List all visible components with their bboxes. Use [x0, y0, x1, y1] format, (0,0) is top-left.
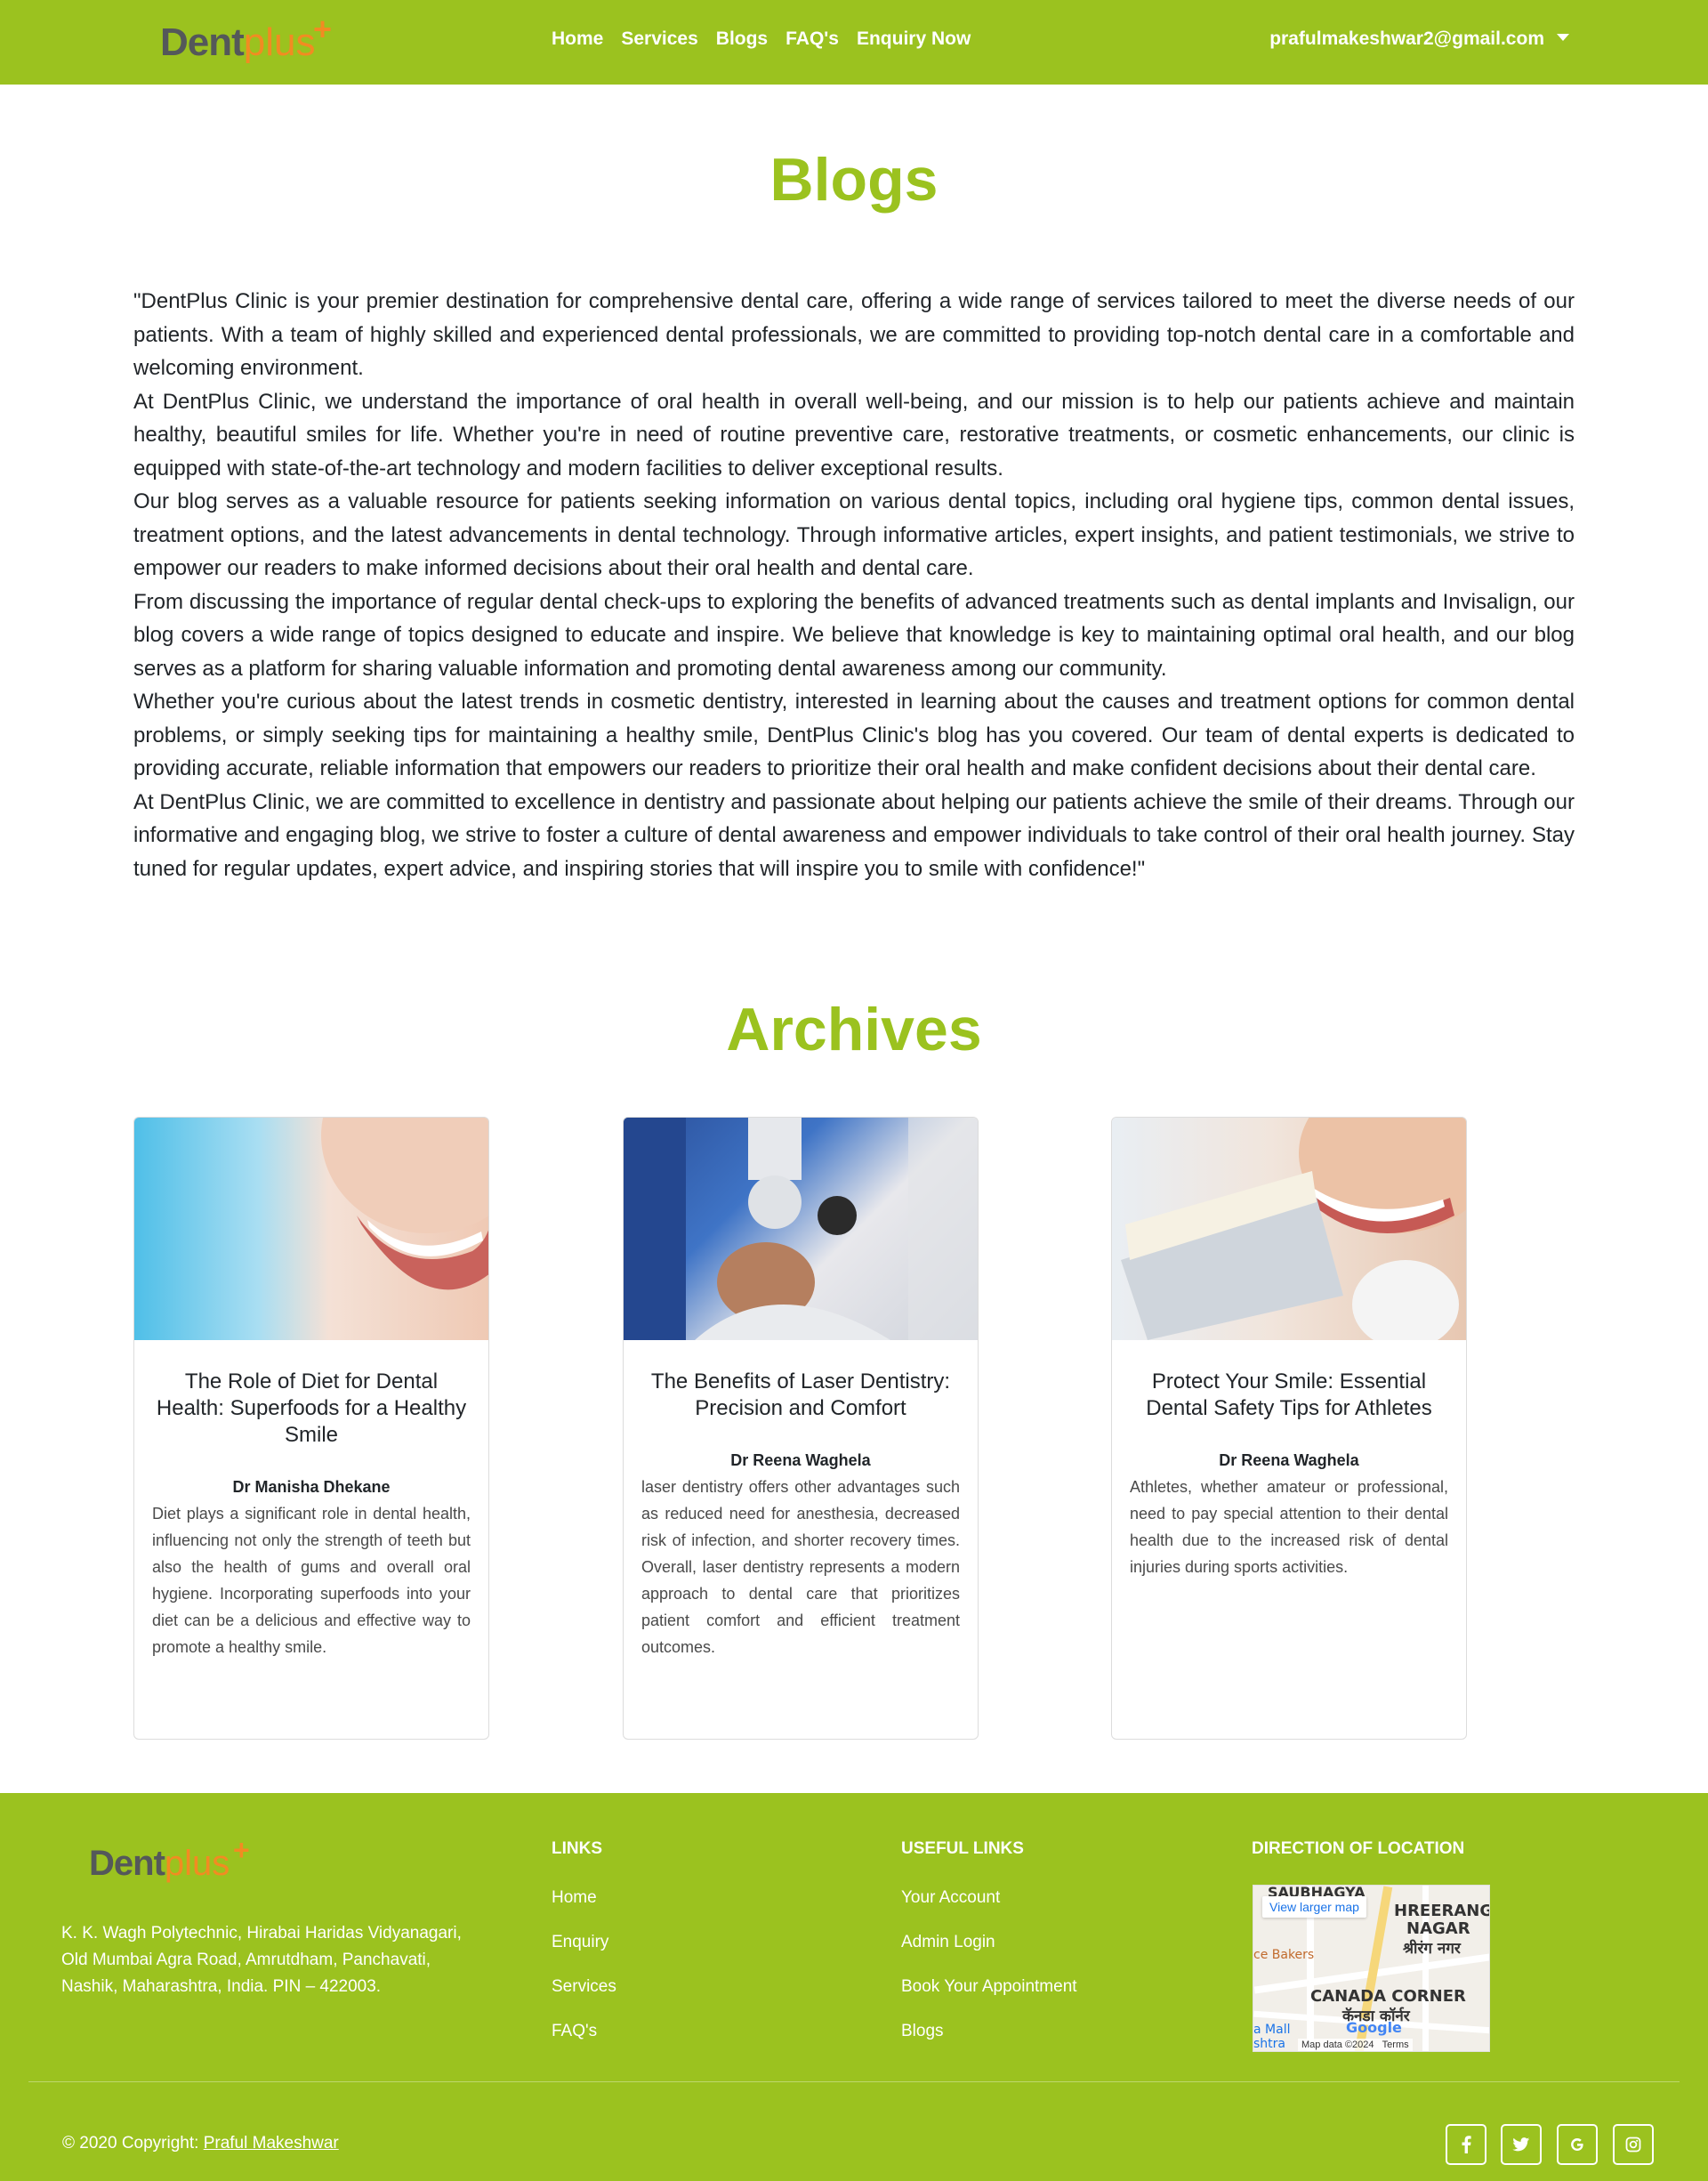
intro-paragraph: Our blog serves as a valuable resource f… [133, 489, 1575, 580]
card-text: Athletes, whether amateur or professiona… [1130, 1478, 1448, 1576]
footer-link-book-appointment[interactable]: Book Your Appointment [901, 1974, 1077, 2000]
nav-home[interactable]: Home [552, 28, 603, 50]
map-label: a Mall [1253, 2023, 1291, 2037]
card-text: Diet plays a significant role in dental … [152, 1505, 471, 1656]
blog-card[interactable]: Protect Your Smile: Essential Dental Saf… [1111, 1117, 1467, 1740]
nav-links: Home Services Blogs FAQ's Enquiry Now [552, 28, 971, 50]
intro-paragraph: From discussing the importance of regula… [133, 589, 1575, 681]
footer-link-enquiry[interactable]: Enquiry [552, 1929, 616, 1956]
map-terms-link[interactable]: Terms [1382, 2040, 1409, 2050]
laser-dentistry-image[interactable] [624, 1118, 978, 1340]
user-email: prafulmakeshwar2@gmail.com [1269, 28, 1544, 49]
nav-faqs[interactable]: FAQ's [786, 28, 839, 50]
brand-logo[interactable]: Dent plus + [160, 11, 332, 67]
nav-blogs[interactable]: Blogs [716, 28, 768, 50]
card-title[interactable]: The Benefits of Laser Dentistry: Precisi… [641, 1369, 960, 1447]
intro-paragraph: At DentPlus Clinic, we are committed to … [133, 789, 1575, 881]
intro-paragraph: Whether you're curious about the latest … [133, 690, 1575, 780]
intro-paragraph: At DentPlus Clinic, we understand the im… [133, 389, 1575, 481]
facebook-icon[interactable] [1446, 2124, 1486, 2165]
map-label: shtra [1253, 2037, 1285, 2051]
map-label: HREERANG [1394, 1902, 1490, 1920]
blog-card[interactable]: The Role of Diet for Dental Health: Supe… [133, 1117, 489, 1740]
card-title[interactable]: Protect Your Smile: Essential Dental Saf… [1130, 1369, 1448, 1447]
page-title: Blogs [769, 146, 939, 214]
smile-image[interactable] [134, 1118, 488, 1340]
view-larger-map-link[interactable]: View larger map [1262, 1896, 1366, 1918]
copyright-author-link[interactable]: Praful Makeshwar [204, 2134, 339, 2153]
footer-logo[interactable]: Dent plus + [89, 1834, 250, 1888]
footer-links: LINKS Home Enquiry Services FAQ's [552, 1836, 616, 2063]
footer-address: K. K. Wagh Polytechnic, Hirabai Haridas … [61, 1924, 462, 1996]
navbar: Dent plus + Home Services Blogs FAQ's Enqu… [0, 0, 1708, 85]
footer-link-home[interactable]: Home [552, 1885, 616, 1911]
nav-enquiry-now[interactable]: Enquiry Now [857, 28, 971, 50]
footer-link-admin-login[interactable]: Admin Login [901, 1929, 1077, 1956]
copyright: © 2020 Copyright: Praful Makeshwar [62, 2134, 339, 2153]
footer-link-blogs[interactable]: Blogs [901, 2018, 1077, 2045]
map-attribution: Map data ©2024 Terms [1298, 2039, 1413, 2051]
shade-guide-image[interactable] [1112, 1118, 1466, 1340]
footer-link-services[interactable]: Services [552, 1974, 616, 2000]
card-author: Dr Reena Waghela [1219, 1451, 1359, 1469]
map-label: NAGAR [1406, 1919, 1470, 1938]
footer-map-section: DIRECTION OF LOCATION [1252, 1836, 1464, 1885]
blog-card[interactable]: The Benefits of Laser Dentistry: Precisi… [623, 1117, 979, 1740]
footer-useful-heading: USEFUL LINKS [901, 1839, 1024, 1858]
map-label: श्रीरंग नगर [1403, 1940, 1461, 1958]
user-menu-dropdown[interactable]: prafulmakeshwar2@gmail.com [1269, 28, 1569, 50]
card-author: Dr Reena Waghela [730, 1451, 871, 1469]
map-label: CANADA CORNER [1310, 1987, 1466, 2006]
map-label: ce Bakers [1253, 1948, 1315, 1962]
footer-divider [28, 2081, 1680, 2082]
location-map[interactable]: SAUBHAGYA View larger map HREERANG NAGAR… [1253, 1885, 1490, 2052]
footer: Dent plus + K. K. Wagh Polytechnic, Hiraba… [0, 1793, 1708, 2181]
card-text: laser dentistry offers other advantages … [641, 1478, 960, 1656]
google-logo: Google [1346, 2019, 1402, 2036]
card-author: Dr Manisha Dhekane [232, 1478, 391, 1496]
footer-links-heading: LINKS [552, 1839, 602, 1858]
footer-useful-links: USEFUL LINKS Your Account Admin Login Bo… [901, 1836, 1077, 2063]
twitter-icon[interactable] [1501, 2124, 1542, 2165]
nav-services[interactable]: Services [621, 28, 697, 50]
footer-link-your-account[interactable]: Your Account [901, 1885, 1077, 1911]
intro-paragraph: "DentPlus Clinic is your premier destina… [133, 289, 1575, 380]
chevron-down-icon [1557, 34, 1569, 42]
footer-map-heading: DIRECTION OF LOCATION [1252, 1839, 1465, 1858]
google-icon[interactable] [1557, 2124, 1598, 2165]
instagram-icon[interactable] [1613, 2124, 1654, 2165]
archives-title: Archives [726, 996, 982, 1063]
blog-intro: "DentPlus Clinic is your premier destina… [133, 285, 1575, 885]
footer-link-faqs[interactable]: FAQ's [552, 2018, 616, 2045]
card-title[interactable]: The Role of Diet for Dental Health: Supe… [152, 1369, 471, 1474]
